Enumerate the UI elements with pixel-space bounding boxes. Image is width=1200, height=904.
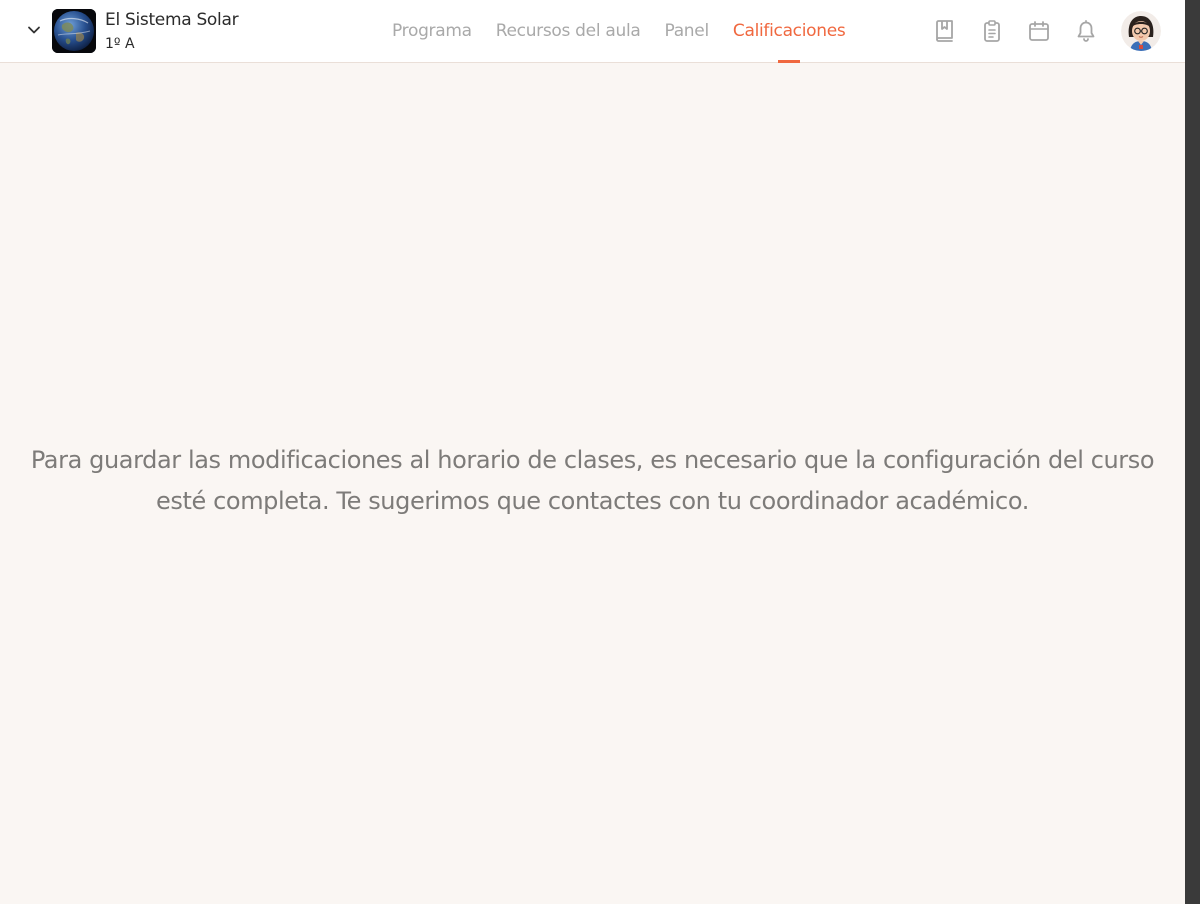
bookmark-book-icon[interactable]: [933, 19, 957, 43]
clipboard-icon[interactable]: [980, 19, 1004, 43]
course-title: El Sistema Solar: [105, 10, 239, 30]
course-group: 1º A: [105, 36, 135, 52]
info-message: Para guardar las modificaciones al horar…: [30, 446, 1155, 515]
tab-recursos-del-aula[interactable]: Recursos del aula: [484, 0, 653, 62]
chevron-down-icon[interactable]: [22, 18, 46, 42]
tab-programa[interactable]: Programa: [380, 0, 484, 62]
tab-panel[interactable]: Panel: [653, 0, 721, 62]
app-window: El Sistema Solar 1º A Programa Recursos …: [0, 0, 1185, 904]
course-image[interactable]: [52, 9, 96, 53]
window-edge: [1185, 0, 1200, 904]
bell-icon[interactable]: [1074, 19, 1098, 43]
tab-calificaciones[interactable]: Calificaciones: [721, 0, 858, 63]
top-navigation-bar: El Sistema Solar 1º A Programa Recursos …: [0, 0, 1185, 63]
user-avatar[interactable]: [1121, 11, 1161, 51]
calendar-icon[interactable]: [1027, 19, 1051, 43]
main-tabs: Programa Recursos del aula Panel Calific…: [380, 0, 858, 63]
